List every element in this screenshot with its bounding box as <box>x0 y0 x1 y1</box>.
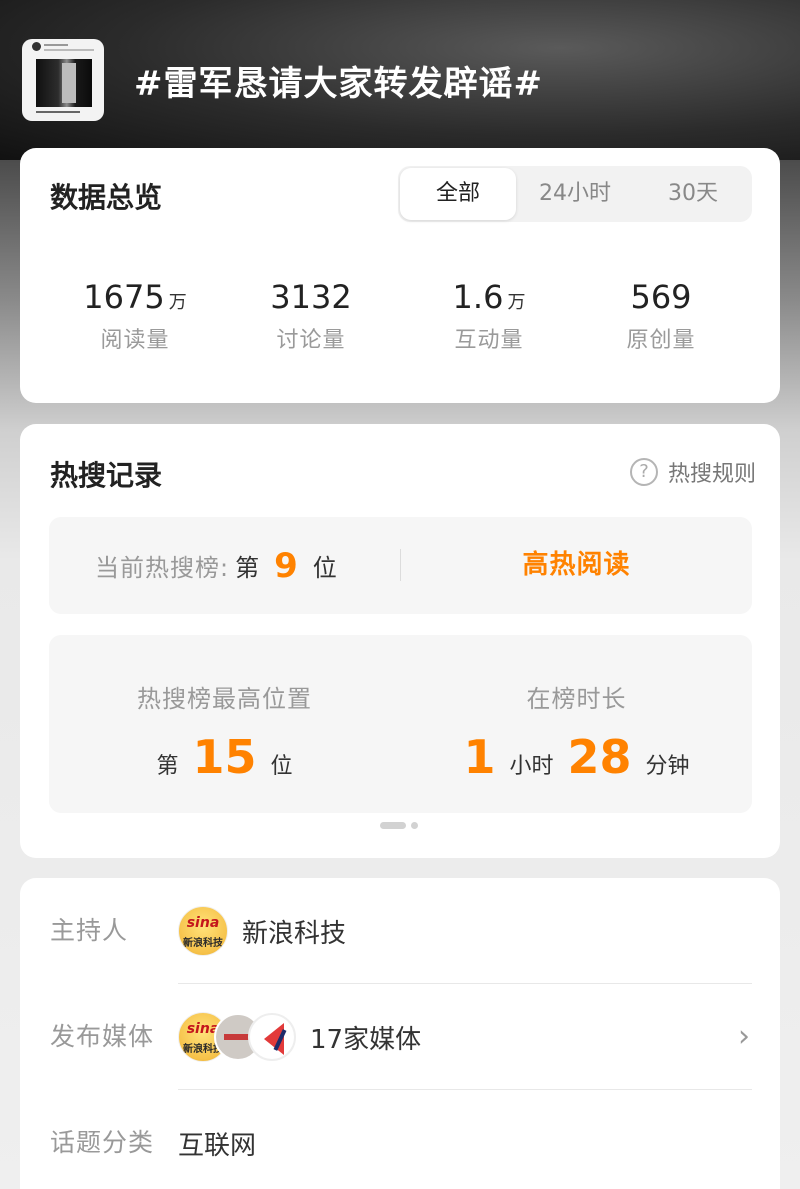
stat-interactions: 1.6 万 互动量 <box>394 278 584 354</box>
rank-suffix: 位 <box>312 554 338 582</box>
host-value[interactable]: sina 新浪科技 新浪科技 <box>178 878 346 984</box>
stat-reads: 1675 万 阅读量 <box>40 278 230 354</box>
thumb-photo-highlight <box>62 63 76 103</box>
overview-title: 数据总览 <box>50 181 163 214</box>
sina-tech-logo: sina 新浪科技 <box>178 906 228 956</box>
logo-cn-text: 新浪科技 <box>183 938 223 949</box>
media-logo <box>248 1013 296 1061</box>
current-rank-box: 当前热搜榜: 第 9 位 高热阅读 <box>49 517 752 614</box>
stat-unit: 万 <box>168 292 187 313</box>
hot-reading-label[interactable]: 高热阅读 <box>401 517 752 614</box>
tab-30d[interactable]: 30天 <box>634 166 752 222</box>
thumb-line <box>44 49 94 51</box>
stats-row: 1675 万 阅读量 3132 讨论量 1.6 万 互动量 569 原创量 <box>20 278 780 368</box>
best-rank-value: 15 <box>192 730 257 784</box>
stat-discussions: 3132 讨论量 <box>216 278 406 354</box>
best-position-label: 热搜榜最高位置 <box>137 685 312 713</box>
current-rank-value: 9 <box>274 545 299 586</box>
stat-unit: 万 <box>507 292 526 313</box>
thumb-avatar <box>32 42 41 51</box>
time-range-tabs: 全部 24小时 30天 <box>398 166 752 222</box>
host-label: 主持人 <box>50 916 129 945</box>
media-label: 发布媒体 <box>50 1022 155 1051</box>
rules-label: 热搜规则 <box>667 462 756 487</box>
chevron-right-icon[interactable]: › <box>738 984 750 1090</box>
data-overview-card: 数据总览 全部 24小时 30天 1675 万 阅读量 3132 讨论量 1.6 万… <box>20 148 780 403</box>
current-rank: 当前热搜榜: 第 9 位 <box>95 517 338 614</box>
rank-suffix: 位 <box>270 754 293 779</box>
current-rank-label: 当前热搜榜: <box>95 554 230 582</box>
hot-search-title: 热搜记录 <box>50 459 163 492</box>
logo-text: sina <box>186 915 220 931</box>
topic-title: #雷军恳请大家转发辟谣# <box>134 63 543 104</box>
media-count: 17家媒体 <box>310 1024 422 1055</box>
host-name: 新浪科技 <box>242 918 347 949</box>
category-value: 互联网 <box>178 1130 257 1161</box>
thumb-caption <box>36 111 80 113</box>
tab-24h[interactable]: 24小时 <box>516 166 634 222</box>
topic-header: #雷军恳请大家转发辟谣# <box>22 38 782 122</box>
page-dot <box>411 822 418 829</box>
stat-label: 互动量 <box>454 328 524 353</box>
topic-thumbnail[interactable] <box>22 39 104 121</box>
hours-unit: 小时 <box>509 754 554 779</box>
rank-history-box: 热搜榜最高位置 第 15 位 在榜时长 1 小时 28 分钟 <box>49 635 752 813</box>
hot-search-rules-link[interactable]: ? 热搜规则 <box>629 456 756 488</box>
stat-value: 1.6 <box>452 278 504 316</box>
tab-all[interactable]: 全部 <box>400 168 516 220</box>
duration-hours: 1 <box>463 730 496 784</box>
stat-label: 阅读量 <box>100 328 170 353</box>
help-circle-icon: ? <box>629 458 658 486</box>
duration-label: 在榜时长 <box>526 685 627 713</box>
hot-search-card: 热搜记录 ? 热搜规则 当前热搜榜: 第 9 位 高热阅读 热搜榜最高位置 第 … <box>20 424 780 858</box>
stat-original: 569 原创量 <box>566 278 756 354</box>
category-label: 话题分类 <box>50 1128 155 1157</box>
media-row[interactable]: 发布媒体 sina 新浪科技 17家媒体 › <box>20 984 780 1090</box>
host-row: 主持人 sina 新浪科技 新浪科技 <box>20 878 780 984</box>
stat-value: 1675 <box>83 278 165 316</box>
time-on-list: 在榜时长 1 小时 28 分钟 <box>401 635 752 784</box>
minutes-unit: 分钟 <box>645 754 690 779</box>
stat-value: 569 <box>630 278 692 316</box>
rank-prefix: 第 <box>156 754 179 779</box>
best-position: 热搜榜最高位置 第 15 位 <box>49 635 400 784</box>
rank-prefix: 第 <box>235 554 261 582</box>
duration-minutes: 28 <box>567 730 632 784</box>
stat-label: 原创量 <box>626 328 696 353</box>
category-row: 话题分类 互联网 <box>20 1090 780 1189</box>
media-value: sina 新浪科技 17家媒体 <box>178 984 421 1090</box>
page-dot-active <box>380 822 406 829</box>
thumb-line <box>44 44 68 46</box>
stat-label: 讨论量 <box>276 328 346 353</box>
topic-info-card: 主持人 sina 新浪科技 新浪科技 发布媒体 sina 新浪科技 17家媒体 … <box>20 878 780 1189</box>
stat-value: 3132 <box>270 278 352 316</box>
